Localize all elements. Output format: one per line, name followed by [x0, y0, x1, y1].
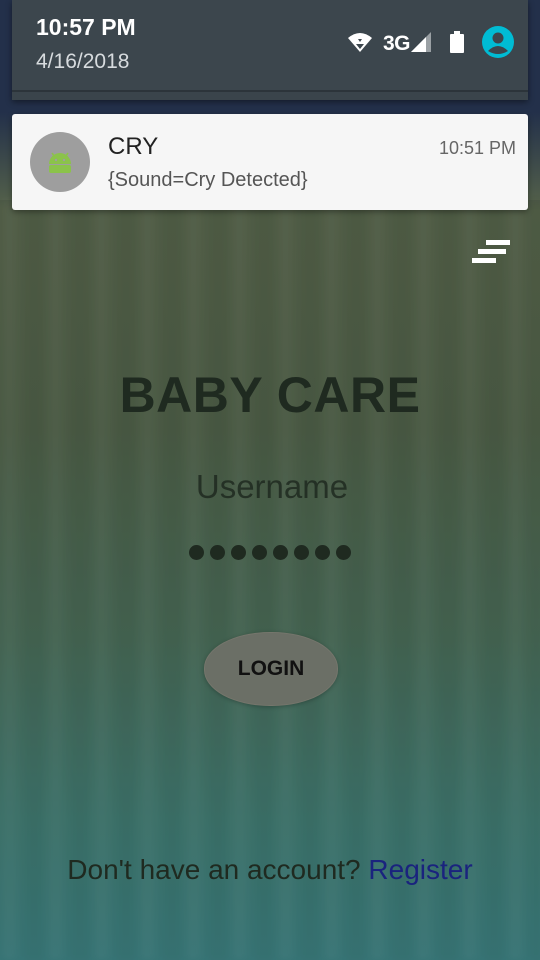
password-dot [252, 544, 267, 560]
quick-settings-header[interactable]: 10:57 PM 4/16/2018 3G [12, 0, 528, 92]
screen: 10:57 PM 4/16/2018 3G CRY {Sound=Cry Det… [0, 0, 540, 960]
status-date[interactable]: 4/16/2018 [36, 50, 129, 74]
password-field[interactable] [130, 532, 410, 572]
app-title: BABY CARE [119, 367, 421, 423]
password-dot [189, 544, 204, 560]
password-dot [273, 544, 288, 560]
notification-time: 10:51 PM [438, 138, 516, 158]
username-field[interactable] [120, 462, 424, 512]
wifi-icon [347, 31, 373, 58]
register-prompt: Don't have an account? Register [0, 854, 540, 886]
login-button[interactable]: LOGIN [204, 632, 338, 706]
password-dot [231, 544, 246, 560]
battery-icon [450, 30, 464, 58]
status-time: 10:57 PM [36, 14, 136, 40]
password-dot [210, 544, 225, 560]
notification-app-icon [30, 132, 90, 192]
password-dot [315, 544, 330, 560]
notification-text: {Sound=Cry Detected} [108, 169, 308, 191]
password-dot [294, 544, 309, 560]
status-icons: 3G [347, 25, 514, 63]
register-prompt-text: Don't have an account? [67, 854, 361, 885]
background-overlay [0, 200, 540, 960]
menu-icon[interactable] [472, 240, 512, 266]
notification-title: CRY [108, 133, 159, 160]
account-circle-icon[interactable] [482, 25, 514, 63]
notification-shade: 10:57 PM 4/16/2018 3G [12, 0, 528, 100]
network-type-label: 3G [382, 32, 411, 55]
cellular-signal-icon [410, 31, 432, 58]
android-icon [49, 152, 71, 173]
login-button-label: LOGIN [237, 657, 305, 680]
register-link[interactable]: Register [368, 854, 472, 885]
password-dot [336, 544, 351, 560]
notification-card[interactable]: CRY {Sound=Cry Detected} 10:51 PM [12, 114, 528, 210]
